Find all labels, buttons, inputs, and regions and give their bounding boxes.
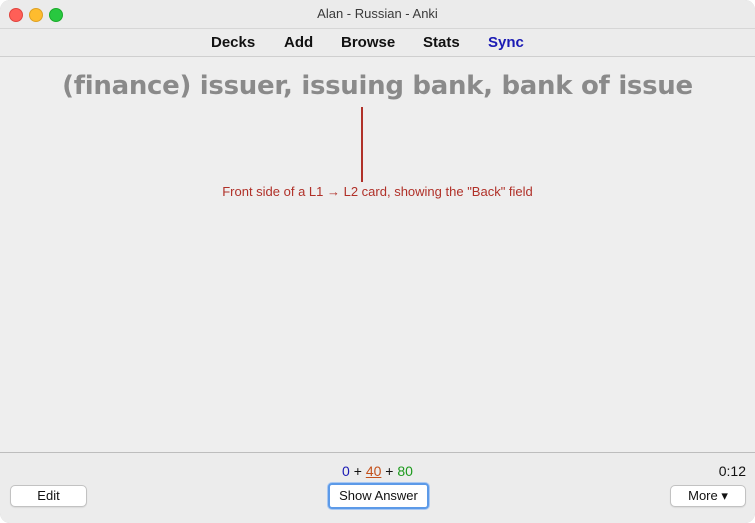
review-bottom-bar: 0 + 40 + 80 0:12 Edit Show Answer More ▾ [0, 452, 755, 523]
show-answer-button[interactable]: Show Answer [328, 483, 429, 509]
card-question-text: (finance) issuer, issuing bank, bank of … [62, 71, 693, 101]
anki-window: Alan - Russian - Anki Decks Add Browse S… [0, 0, 755, 523]
title-bar[interactable]: Alan - Russian - Anki [0, 0, 755, 29]
review-count: 80 [397, 463, 413, 479]
more-button[interactable]: More ▾ [670, 485, 746, 507]
edit-button[interactable]: Edit [10, 485, 87, 507]
count-separator: + [385, 463, 394, 479]
main-toolbar: Decks Add Browse Stats Sync [0, 29, 755, 57]
annotation-text: Front side of a L1 → L2 card, showing th… [222, 184, 533, 199]
learning-count: 40 [365, 463, 382, 479]
window-title: Alan - Russian - Anki [317, 6, 438, 21]
count-separator: + [353, 463, 362, 479]
card-timer: 0:12 [718, 463, 746, 479]
toolbar-add-link[interactable]: Add [284, 34, 313, 51]
new-count: 0 [342, 463, 350, 479]
toolbar-decks-link[interactable]: Decks [211, 34, 255, 51]
toolbar-stats-link[interactable]: Stats [423, 34, 460, 51]
card-area: (finance) issuer, issuing bank, bank of … [0, 57, 755, 452]
toolbar-browse-link[interactable]: Browse [341, 34, 395, 51]
due-counts: 0 + 40 + 80 [0, 463, 755, 479]
annotation-line [361, 107, 363, 182]
toolbar-sync-link[interactable]: Sync [488, 34, 524, 51]
